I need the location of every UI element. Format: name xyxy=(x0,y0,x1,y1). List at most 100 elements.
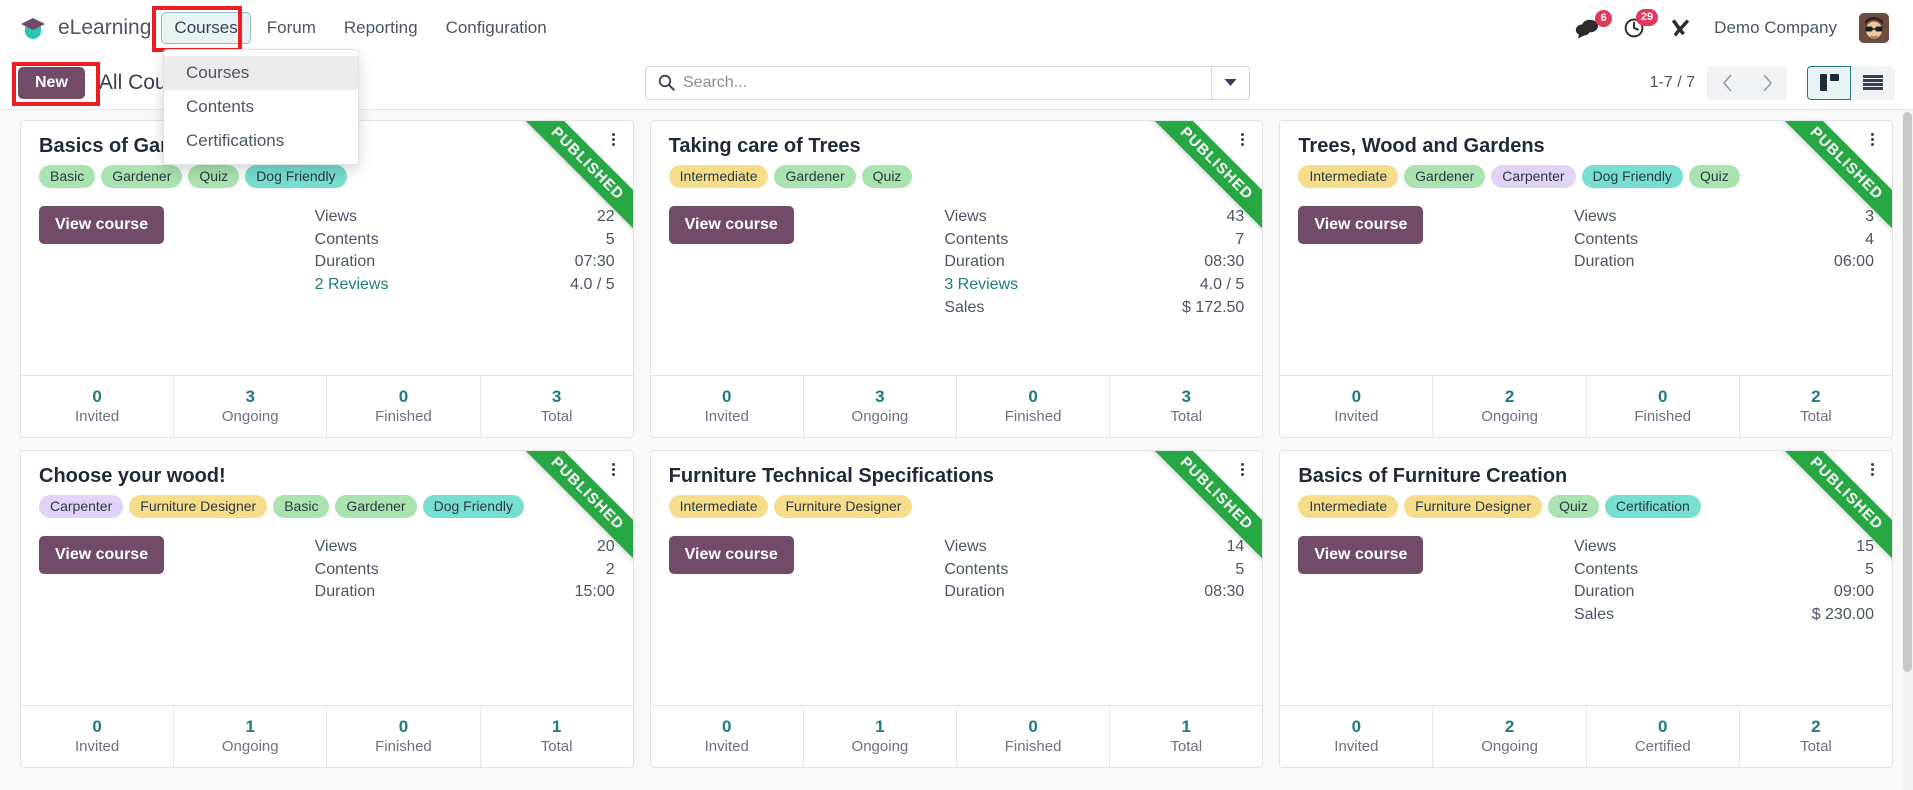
course-footer-stat[interactable]: 3 Total xyxy=(1110,376,1262,437)
view-course-button[interactable]: View course xyxy=(1298,535,1424,574)
course-tag[interactable]: Intermediate xyxy=(668,165,769,188)
course-card-body: Basics of Furniture Creation Intermediat… xyxy=(1280,451,1892,705)
course-tag[interactable]: Quiz xyxy=(188,165,240,188)
dropdown-item-courses[interactable]: Courses xyxy=(164,56,358,90)
activities-button[interactable]: 29 xyxy=(1623,9,1659,40)
course-footer-stat[interactable]: 1 Ongoing xyxy=(174,706,328,767)
course-tag[interactable]: Gardener xyxy=(101,165,183,188)
course-footer-stat[interactable]: 0 Invited xyxy=(651,376,804,437)
course-stat-value: 3 xyxy=(1865,207,1874,225)
course-footer-stat[interactable]: 3 Ongoing xyxy=(804,376,957,437)
course-footer-label: Total xyxy=(540,737,573,755)
course-footer-stat[interactable]: 0 Invited xyxy=(1280,376,1434,437)
course-tag[interactable]: Quiz xyxy=(1688,165,1740,188)
course-footer-stat[interactable]: 3 Ongoing xyxy=(174,376,328,437)
course-card-main: View course Views 20 Contents 2 Duration… xyxy=(39,535,615,604)
card-menu-button[interactable] xyxy=(608,129,619,150)
course-tag[interactable]: Furniture Designer xyxy=(129,495,268,518)
course-footer-stat[interactable]: 2 Ongoing xyxy=(1433,706,1587,767)
messages-button[interactable]: 6 xyxy=(1575,10,1613,39)
view-course-button[interactable]: View course xyxy=(39,205,165,244)
activities-badge: 29 xyxy=(1635,9,1659,26)
course-tag[interactable]: Carpenter xyxy=(1491,165,1576,188)
course-tag[interactable]: Certification xyxy=(1604,495,1701,518)
course-stat-value: 5 xyxy=(1235,560,1245,578)
course-card[interactable]: PUBLISHED Choose your wood! Carpenter Fur… xyxy=(20,450,634,768)
course-footer-stat[interactable]: 0 Invited xyxy=(1280,706,1434,767)
course-footer-stat[interactable]: 0 Invited xyxy=(21,706,175,767)
course-tag[interactable]: Gardener xyxy=(335,495,417,518)
course-tag[interactable]: Basic xyxy=(39,165,96,188)
card-menu-button[interactable] xyxy=(1237,459,1248,480)
course-footer-stat[interactable]: 0 Finished xyxy=(1587,376,1740,437)
course-tag[interactable]: Quiz xyxy=(1548,495,1599,518)
kanban-scrollbar-track[interactable] xyxy=(1902,110,1913,790)
course-card[interactable]: PUBLISHED Trees, Wood and Gardens Interm… xyxy=(1279,120,1893,438)
menu-item-courses[interactable]: Courses xyxy=(161,12,251,44)
menu-item-reporting[interactable]: Reporting xyxy=(332,13,430,43)
course-footer-stat[interactable]: 1 Ongoing xyxy=(804,706,957,767)
course-tag[interactable]: Basic xyxy=(273,495,330,518)
kanban-scrollbar-thumb[interactable] xyxy=(1903,112,1912,672)
course-card[interactable]: PUBLISHED Taking care of Trees Intermedi… xyxy=(649,120,1264,438)
course-tag[interactable]: Furniture Designer xyxy=(1404,495,1543,518)
course-footer-stat[interactable]: 2 Total xyxy=(1740,706,1892,767)
course-footer-stat[interactable]: 0 Invited xyxy=(21,376,175,437)
view-course-button[interactable]: View course xyxy=(1298,205,1424,244)
course-card[interactable]: PUBLISHED Basics of Gardening Basic Garde… xyxy=(20,120,634,438)
course-card[interactable]: PUBLISHED Furniture Technical Specificat… xyxy=(649,450,1264,768)
dropdown-item-contents[interactable]: Contents xyxy=(164,90,358,124)
course-tag[interactable]: Carpenter xyxy=(39,495,124,518)
course-stat-row: Duration 09:00 xyxy=(1574,581,1874,604)
developer-tools-button[interactable] xyxy=(1669,17,1692,40)
kanban-view-button[interactable] xyxy=(1807,65,1851,100)
course-footer-stat[interactable]: 2 Ongoing xyxy=(1433,376,1587,437)
course-footer-stat[interactable]: 0 Finished xyxy=(957,706,1111,767)
app-brand-name: eLearning xyxy=(58,16,152,39)
view-course-button[interactable]: View course xyxy=(668,535,794,574)
user-avatar[interactable] xyxy=(1859,13,1889,43)
new-button[interactable]: New xyxy=(18,66,85,99)
view-course-button[interactable]: View course xyxy=(39,535,165,574)
pager-next-button[interactable] xyxy=(1747,65,1787,100)
course-tag[interactable]: Furniture Designer xyxy=(774,495,913,518)
course-tag[interactable]: Gardener xyxy=(774,165,856,188)
course-stat-label[interactable]: 2 Reviews xyxy=(315,274,389,297)
course-stat-row: Views 20 xyxy=(315,536,615,559)
course-footer-stat[interactable]: 1 Total xyxy=(1110,706,1262,767)
course-footer-stat[interactable]: 0 Certified xyxy=(1587,706,1740,767)
search-input[interactable] xyxy=(683,73,1211,92)
course-footer-stat[interactable]: 2 Total xyxy=(1740,376,1892,437)
course-footer-stat[interactable]: 3 Total xyxy=(481,376,633,437)
course-tag[interactable]: Intermediate xyxy=(1298,165,1399,188)
search-dropdown-toggle[interactable] xyxy=(1211,66,1249,99)
course-stat-label[interactable]: 3 Reviews xyxy=(944,274,1018,297)
course-tag[interactable]: Intermediate xyxy=(1298,495,1399,518)
pager-count[interactable]: 1-7 / 7 xyxy=(1650,74,1695,92)
course-tag[interactable]: Dog Friendly xyxy=(422,495,524,518)
card-menu-button[interactable] xyxy=(1867,129,1878,150)
list-view-button[interactable] xyxy=(1851,65,1895,100)
card-menu-button[interactable] xyxy=(608,459,619,480)
course-tag[interactable]: Quiz xyxy=(861,165,913,188)
course-tag[interactable]: Intermediate xyxy=(668,495,769,518)
card-menu-button[interactable] xyxy=(1867,459,1878,480)
pager-previous-button[interactable] xyxy=(1707,65,1747,100)
course-tag[interactable]: Gardener xyxy=(1404,165,1486,188)
course-footer-label: Ongoing xyxy=(1481,737,1538,755)
course-footer-stat[interactable]: 0 Finished xyxy=(327,706,481,767)
menu-item-configuration[interactable]: Configuration xyxy=(434,13,559,43)
course-footer-stat[interactable]: 0 Invited xyxy=(651,706,804,767)
course-footer-stat[interactable]: 0 Finished xyxy=(327,376,481,437)
card-menu-button[interactable] xyxy=(1237,129,1248,150)
course-footer-stat[interactable]: 0 Finished xyxy=(957,376,1111,437)
menu-item-forum[interactable]: Forum xyxy=(255,13,328,43)
course-footer-stat[interactable]: 1 Total xyxy=(481,706,633,767)
dropdown-item-certifications[interactable]: Certifications xyxy=(164,124,358,158)
course-tag[interactable]: Dog Friendly xyxy=(1581,165,1683,188)
course-tag-list: Intermediate Furniture Designer xyxy=(668,495,1245,518)
company-name[interactable]: Demo Company xyxy=(1714,18,1837,38)
course-card[interactable]: PUBLISHED Basics of Furniture Creation I… xyxy=(1279,450,1893,768)
course-tag[interactable]: Dog Friendly xyxy=(245,165,347,188)
view-course-button[interactable]: View course xyxy=(668,205,794,244)
